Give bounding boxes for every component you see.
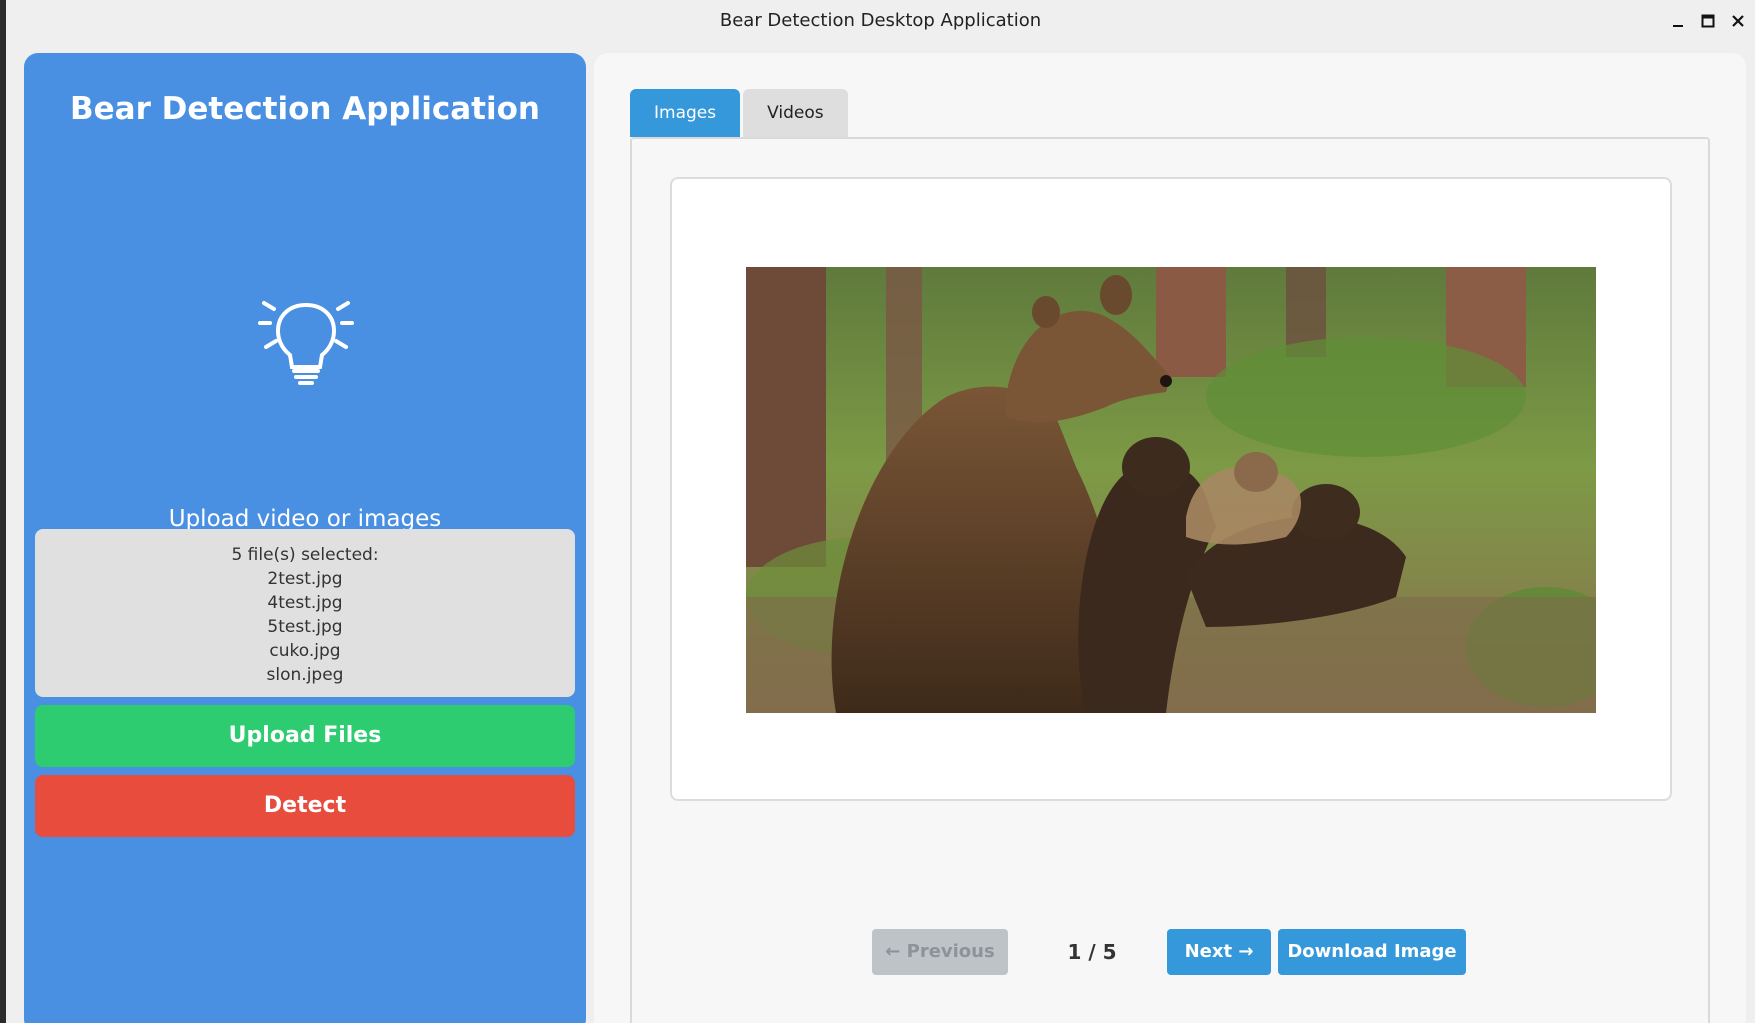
upload-files-button[interactable]: Upload Files [35,705,575,767]
bear-image [746,267,1596,713]
sidebar-panel: Bear Detection Application Upload video … [24,53,586,1023]
list-item: 2test.jpg [267,569,343,589]
selected-files-list: 5 file(s) selected: 2test.jpg 4test.jpg … [35,529,575,697]
list-item: 4test.jpg [267,593,343,613]
list-item: 5test.jpg [267,617,343,637]
window-title: Bear Detection Desktop Application [719,10,1042,31]
images-tab-content: ← Previous 1 / 5 Next → Download Image [630,137,1710,1023]
image-pager: ← Previous 1 / 5 Next → Download Image [632,929,1708,975]
title-bar: Bear Detection Desktop Application [6,0,1755,42]
page-indicator: 1 / 5 [1067,940,1117,964]
minimize-icon[interactable] [1669,12,1687,30]
tab-bar: Images Videos [630,89,848,137]
download-image-button[interactable]: Download Image [1278,929,1466,975]
next-button[interactable]: Next → [1167,929,1271,975]
app-title: Bear Detection Application [70,91,540,127]
lightbulb-icon [254,293,358,397]
file-summary: 5 file(s) selected: [231,545,379,565]
window-controls [1669,0,1747,42]
close-icon[interactable] [1729,12,1747,30]
main-panel: Images Videos ← Previous 1 / 5 Next → Do… [594,53,1746,1023]
tab-videos[interactable]: Videos [743,89,848,137]
previous-button[interactable]: ← Previous [872,929,1008,975]
detect-button[interactable]: Detect [35,775,575,837]
app-window: Bear Detection Desktop Application Bear … [6,0,1755,1023]
list-item: slon.jpeg [266,665,344,685]
tab-images[interactable]: Images [630,89,741,137]
list-item: cuko.jpg [269,641,341,661]
image-preview-frame [670,177,1672,801]
maximize-icon[interactable] [1699,12,1717,30]
